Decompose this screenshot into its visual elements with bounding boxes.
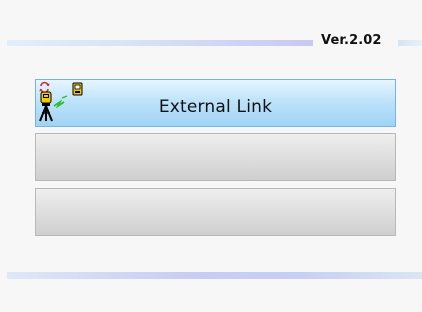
top-decorative-band-end	[398, 40, 422, 46]
menu-item-external-link[interactable]: External Link	[35, 79, 396, 127]
menu-item-empty-3[interactable]	[35, 188, 396, 236]
version-label: Ver.2.02	[321, 33, 382, 48]
top-decorative-band	[7, 40, 313, 46]
bottom-decorative-band	[7, 272, 422, 279]
menu-item-empty-2[interactable]	[35, 133, 396, 181]
menu-item-label: External Link	[158, 97, 273, 117]
